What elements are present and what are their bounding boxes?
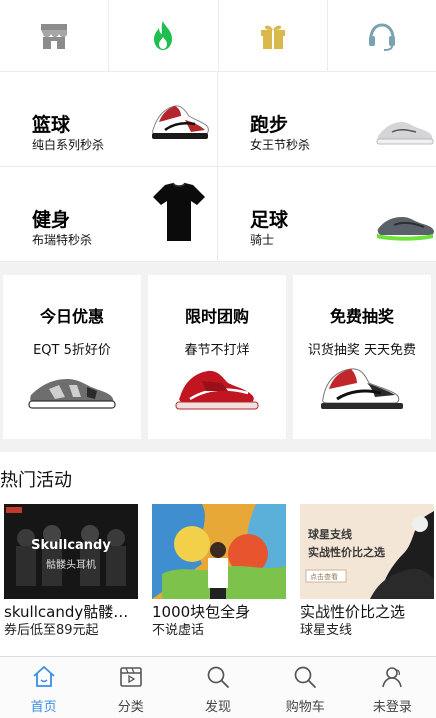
activity-image bbox=[152, 504, 286, 599]
hot-activity-title: 热门活动 bbox=[0, 470, 72, 491]
category-icon bbox=[119, 667, 142, 687]
promo-subtitle: 春节不打烊 bbox=[184, 343, 250, 358]
nav-label: 首页 bbox=[30, 700, 57, 715]
activity-image-subtext: 骷髅头耳机 bbox=[46, 560, 96, 571]
tshirt-image bbox=[153, 182, 205, 241]
activity-card-outfit[interactable]: 1000块包全身 不说虚话 bbox=[152, 504, 286, 640]
activity-card-star-line[interactable]: 球星支线 实战性价比之选 点击查看 实战性价比之选 球星支线 bbox=[300, 504, 434, 640]
category-subtitle: 女王节秒杀 bbox=[250, 138, 311, 152]
jordan-shoe-image bbox=[321, 368, 403, 409]
category-running[interactable]: 跑步 女王节秒杀 bbox=[218, 72, 436, 167]
category-basketball[interactable]: 篮球 纯白系列秒杀 bbox=[0, 72, 218, 167]
promo-title: 免费抽奖 bbox=[329, 307, 394, 326]
activity-card-skullcandy[interactable]: Skullcandy 骷髅头耳机 skullcandy骷髅头耳机 券后低至89元… bbox=[4, 504, 138, 640]
category-fitness[interactable]: 健身 布瑞特秒杀 bbox=[0, 167, 218, 262]
quick-store[interactable] bbox=[0, 0, 110, 71]
basketball-shoe-image bbox=[152, 105, 209, 139]
store-icon bbox=[41, 23, 68, 49]
activity-title: skullcandy骷髅头耳机 bbox=[4, 603, 138, 621]
promo-card-group[interactable]: 限时团购 春节不打烊 bbox=[148, 275, 286, 439]
cart-search-icon bbox=[294, 666, 317, 688]
quick-gift[interactable] bbox=[219, 0, 328, 71]
nav-label: 未登录 bbox=[372, 700, 412, 715]
nav-label: 发现 bbox=[205, 700, 232, 715]
category-football[interactable]: 足球 骑士 bbox=[218, 167, 436, 262]
quick-icon-row bbox=[0, 0, 436, 72]
activity-title: 1000块包全身 bbox=[152, 603, 251, 621]
eqt-shoe-image bbox=[28, 379, 116, 409]
nav-category[interactable]: 分类 bbox=[87, 657, 174, 718]
activity-title: 实战性价比之选 bbox=[300, 603, 406, 621]
category-title: 健身 bbox=[32, 209, 71, 231]
gift-icon bbox=[260, 25, 285, 49]
promo-title: 限时团购 bbox=[184, 307, 249, 326]
promo-card-lottery[interactable]: 免费抽奖 识货抽奖 天天免费 bbox=[293, 275, 431, 439]
category-grid: 篮球 纯白系列秒杀 跑步 女王节秒杀 健身 布瑞特秒杀 足球 骑士 bbox=[0, 72, 436, 262]
category-subtitle: 骑士 bbox=[250, 233, 275, 247]
activity-image-text: 球星支线 bbox=[308, 528, 352, 541]
home-icon bbox=[32, 666, 55, 687]
graffiti-banner bbox=[152, 504, 286, 599]
nav-discover[interactable]: 发现 bbox=[174, 657, 261, 718]
activity-image-button: 点击查看 bbox=[310, 573, 338, 581]
activity-subtitle: 不说虚话 bbox=[152, 623, 205, 638]
activity-subtitle: 券后低至89元起 bbox=[4, 623, 99, 638]
category-title: 跑步 bbox=[250, 114, 289, 136]
promo-subtitle: 识货抽奖 天天免费 bbox=[307, 343, 417, 358]
promo-subtitle: EQT 5折好价 bbox=[33, 343, 111, 358]
headset-icon bbox=[368, 22, 395, 51]
red-sneaker-image bbox=[175, 370, 259, 410]
category-title: 足球 bbox=[250, 209, 289, 231]
nav-label: 购物车 bbox=[285, 700, 325, 715]
nav-home[interactable]: 首页 bbox=[0, 657, 87, 718]
bottom-nav: 首页 分类 发现 购物车 未登录 bbox=[0, 656, 436, 718]
category-subtitle: 纯白系列秒杀 bbox=[32, 138, 105, 152]
quick-service[interactable] bbox=[328, 0, 436, 71]
promo-band: 今日优惠 EQT 5折好价 限时团购 春节不打烊 免费抽奖 识货抽奖 天天免费 bbox=[0, 262, 436, 452]
promo-title: 今日优惠 bbox=[39, 307, 104, 326]
category-title: 篮球 bbox=[32, 114, 71, 136]
activity-image: 球星支线 实战性价比之选 点击查看 bbox=[300, 504, 434, 599]
nav-profile[interactable]: 未登录 bbox=[349, 657, 436, 718]
football-boot-image bbox=[377, 217, 434, 241]
promo-card-today[interactable]: 今日优惠 EQT 5折好价 bbox=[3, 275, 141, 439]
search-icon bbox=[207, 666, 229, 688]
activity-image-text: Skullcandy bbox=[31, 538, 111, 553]
running-shoe-image bbox=[376, 122, 434, 145]
nav-label: 分类 bbox=[117, 700, 144, 715]
fire-icon bbox=[154, 20, 173, 50]
user-icon bbox=[382, 667, 403, 688]
nav-cart[interactable]: 购物车 bbox=[262, 657, 349, 718]
activity-subtitle: 球星支线 bbox=[300, 623, 353, 638]
category-subtitle: 布瑞特秒杀 bbox=[32, 233, 93, 247]
activity-image: Skullcandy 骷髅头耳机 bbox=[4, 504, 138, 599]
quick-hot[interactable] bbox=[109, 0, 219, 71]
activity-image-subtext: 实战性价比之选 bbox=[308, 546, 385, 559]
